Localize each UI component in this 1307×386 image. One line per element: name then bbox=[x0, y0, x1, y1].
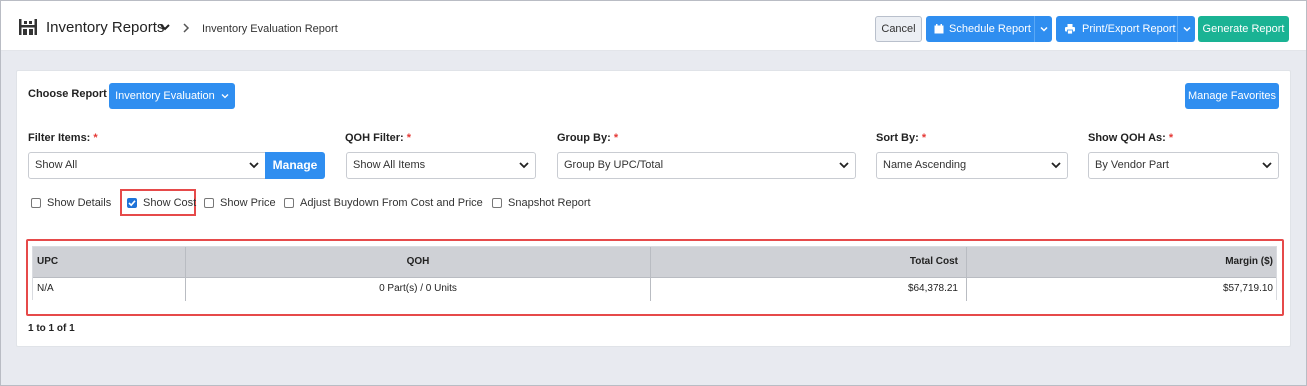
print-export-label: Print/Export Report bbox=[1082, 23, 1176, 35]
table-header: UPC QOH Total Cost Margin ($) bbox=[33, 247, 1276, 277]
cell-margin: $57,719.10 bbox=[1222, 283, 1273, 294]
breadcrumb: Inventory Evaluation Report bbox=[202, 23, 338, 35]
group-by-select[interactable]: Group By UPC/Total bbox=[557, 152, 856, 179]
app-title[interactable]: Inventory Reports bbox=[46, 19, 164, 36]
column-divider bbox=[185, 247, 186, 301]
printer-icon bbox=[1065, 24, 1075, 34]
print-export-dropdown[interactable] bbox=[1177, 16, 1195, 42]
sort-by-select[interactable]: Name Ascending bbox=[876, 152, 1068, 179]
show-qoh-as-select[interactable]: By Vendor Part bbox=[1088, 152, 1279, 179]
show-cost-label: Show Cost bbox=[143, 197, 197, 209]
column-header-margin[interactable]: Margin ($) bbox=[967, 247, 1277, 277]
chevron-down-icon bbox=[1051, 162, 1061, 169]
chevron-down-icon bbox=[1183, 26, 1191, 32]
pagination-info: 1 to 1 of 1 bbox=[28, 323, 75, 334]
filter-items-value: Show All bbox=[35, 159, 78, 171]
chevron-down-icon bbox=[249, 162, 259, 169]
snapshot-report-label: Snapshot Report bbox=[508, 197, 591, 209]
report-panel: Choose Report Inventory Evaluation Manag… bbox=[16, 70, 1291, 347]
group-by-value: Group By UPC/Total bbox=[564, 159, 664, 171]
calendar-icon bbox=[934, 24, 944, 34]
row-divider bbox=[33, 277, 1276, 278]
column-divider bbox=[966, 247, 967, 301]
schedule-report-dropdown[interactable] bbox=[1034, 16, 1052, 42]
report-select-label: Inventory Evaluation bbox=[115, 90, 215, 102]
qoh-filter-label: QOH Filter: * bbox=[345, 132, 412, 144]
cancel-button[interactable]: Cancel bbox=[875, 16, 922, 42]
column-header-qoh[interactable]: QOH bbox=[186, 247, 650, 277]
chevron-right-icon bbox=[183, 23, 190, 33]
sort-by-value: Name Ascending bbox=[883, 159, 967, 171]
show-price-checkbox[interactable] bbox=[204, 198, 214, 208]
column-divider bbox=[650, 247, 651, 301]
choose-report-label: Choose Report bbox=[28, 88, 107, 100]
adjust-buydown-checkbox[interactable] bbox=[284, 198, 294, 208]
qoh-filter-value: Show All Items bbox=[353, 159, 426, 171]
filter-items-label: Filter Items: * bbox=[28, 132, 98, 144]
group-by-label: Group By: * bbox=[557, 132, 619, 144]
chevron-down-icon bbox=[221, 94, 229, 99]
chevron-down-icon bbox=[1040, 26, 1048, 32]
print-export-button[interactable]: Print/Export Report bbox=[1056, 16, 1195, 42]
warehouse-icon bbox=[19, 19, 37, 35]
report-select-button[interactable]: Inventory Evaluation bbox=[109, 83, 235, 109]
show-qoh-as-label: Show QOH As: * bbox=[1088, 132, 1174, 144]
cell-total-cost: $64,378.21 bbox=[907, 283, 958, 294]
adjust-buydown-label: Adjust Buydown From Cost and Price bbox=[300, 197, 483, 209]
manage-filter-button[interactable]: Manage bbox=[265, 152, 325, 179]
table-row[interactable]: N/A 0 Part(s) / 0 Units $64,378.21 $57,7… bbox=[33, 277, 1276, 300]
show-details-checkbox[interactable] bbox=[31, 198, 41, 208]
snapshot-report-checkbox[interactable] bbox=[492, 198, 502, 208]
checkmark-icon bbox=[128, 200, 136, 207]
chevron-down-icon bbox=[1262, 162, 1272, 169]
schedule-report-button[interactable]: Schedule Report bbox=[926, 16, 1052, 42]
show-price-label: Show Price bbox=[220, 197, 276, 209]
manage-favorites-button[interactable]: Manage Favorites bbox=[1185, 83, 1279, 109]
column-header-upc[interactable]: UPC bbox=[37, 247, 58, 277]
qoh-filter-select[interactable]: Show All Items bbox=[346, 152, 536, 179]
chevron-down-icon bbox=[839, 162, 849, 169]
sort-by-label: Sort By: * bbox=[876, 132, 927, 144]
generate-report-button[interactable]: Generate Report bbox=[1198, 16, 1289, 42]
cell-upc: N/A bbox=[37, 283, 54, 294]
show-details-label: Show Details bbox=[47, 197, 112, 209]
chevron-down-icon[interactable] bbox=[159, 21, 171, 33]
results-highlight: UPC QOH Total Cost Margin ($) N/A 0 Part… bbox=[26, 239, 1284, 316]
column-header-total-cost[interactable]: Total Cost bbox=[651, 247, 962, 277]
chevron-down-icon bbox=[519, 162, 529, 169]
show-qoh-as-value: By Vendor Part bbox=[1095, 159, 1169, 171]
filter-items-select[interactable]: Show All bbox=[28, 152, 266, 179]
cell-qoh: 0 Part(s) / 0 Units bbox=[379, 283, 457, 294]
show-cost-checkbox[interactable] bbox=[127, 198, 137, 208]
results-table: UPC QOH Total Cost Margin ($) N/A 0 Part… bbox=[32, 246, 1277, 301]
top-bar: Inventory Reports Inventory Evaluation R… bbox=[1, 1, 1306, 51]
schedule-report-label: Schedule Report bbox=[949, 23, 1031, 35]
